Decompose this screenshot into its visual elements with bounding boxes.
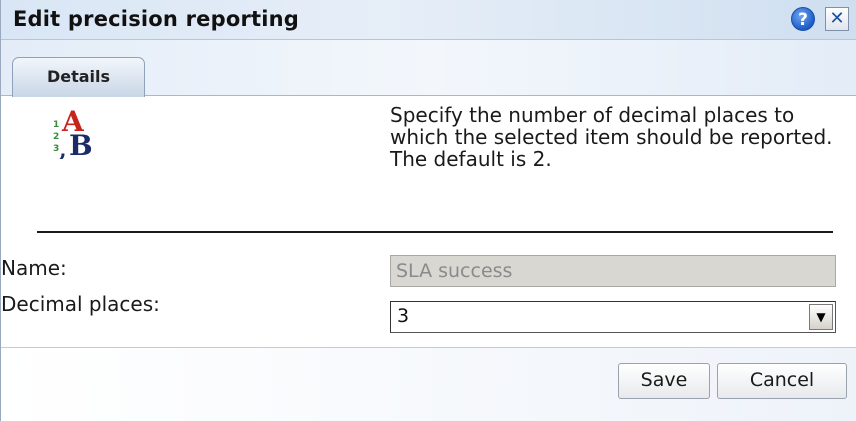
cancel-button[interactable]: Cancel xyxy=(717,363,847,399)
edit-precision-dialog: Edit precision reporting ? ✕ Details 1 2… xyxy=(0,0,856,421)
tab-details[interactable]: Details xyxy=(12,57,145,97)
close-icon[interactable]: ✕ xyxy=(825,7,849,31)
description-text: Specify the number of decimal places to … xyxy=(390,103,833,171)
dialog-titlebar: Edit precision reporting ? ✕ xyxy=(1,0,856,40)
chevron-down-icon[interactable]: ▼ xyxy=(809,304,833,330)
svg-text:1: 1 xyxy=(53,120,59,130)
svg-text:B: B xyxy=(69,129,93,159)
decimal-places-value: 3 xyxy=(397,305,410,327)
name-field: SLA success xyxy=(390,255,836,287)
dialog-title: Edit precision reporting xyxy=(13,7,300,31)
name-label: Name: xyxy=(1,256,67,280)
dialog-footer: Save Cancel xyxy=(1,348,856,421)
divider xyxy=(37,231,833,233)
decimal-places-label: Decimal places: xyxy=(1,292,160,316)
decimal-places-select[interactable]: 3 ▼ xyxy=(390,301,836,333)
help-icon[interactable]: ? xyxy=(791,7,815,31)
svg-text:,: , xyxy=(59,137,67,159)
tab-strip: Details xyxy=(1,40,856,97)
decimal-precision-icon: 1 2 3 A , B xyxy=(53,105,93,159)
save-button[interactable]: Save xyxy=(618,363,710,399)
